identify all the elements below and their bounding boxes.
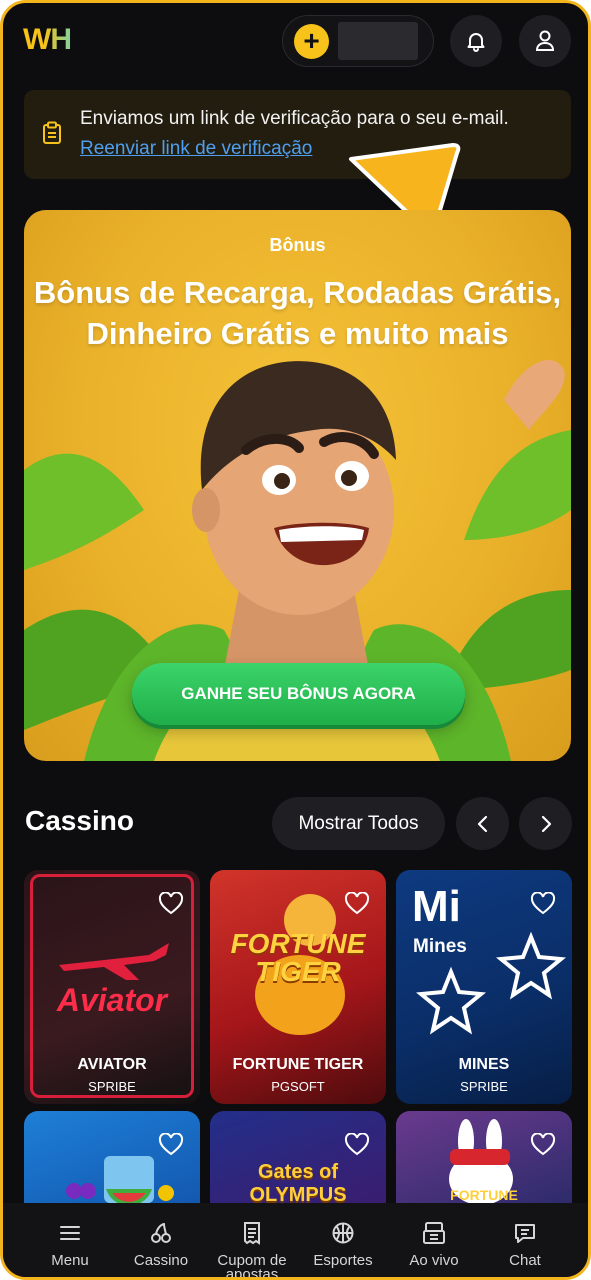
clipboard-icon	[43, 121, 61, 144]
heart-icon[interactable]	[530, 892, 556, 916]
nav-item-live[interactable]: Ao vivo	[386, 1203, 482, 1277]
hero-label: Bônus	[269, 235, 326, 255]
bonus-hero-banner[interactable]: Bônus Bônus de Recarga, Rodadas Grátis, …	[24, 210, 571, 761]
bottom-nav: Menu Cassino Cupom de apostas Esportes A…	[3, 1203, 588, 1277]
cherries-icon	[151, 1223, 171, 1243]
game-provider: SPRIBE	[88, 1079, 136, 1094]
nav-item-cassino[interactable]: Cassino	[113, 1203, 209, 1277]
star-icon	[416, 932, 566, 1035]
game-card-fortune-tiger[interactable]: FORTUNE TIGER FORTUNE TIGER PGSOFT	[210, 870, 386, 1104]
chevron-right-icon	[541, 815, 551, 832]
section-title-casino: Cassino	[25, 805, 134, 836]
resend-verification-link[interactable]: Reenviar link de verificação	[80, 138, 312, 160]
heart-icon[interactable]	[530, 1133, 556, 1157]
game-art-title: Gates of OLYMPUS	[249, 1161, 347, 1203]
game-name: AVIATOR	[77, 1056, 147, 1073]
game-card-gates-of-olympus[interactable]: Gates of OLYMPUS	[210, 1111, 386, 1203]
nav-label: Cupom de apostas	[217, 1252, 287, 1280]
nav-item-sports[interactable]: Esportes	[295, 1203, 391, 1277]
game-card-mines[interactable]: Mi Mines MINES SPRIBE	[396, 870, 572, 1104]
hero-title-line1: Bônus de Recarga, Rodadas Grátis,	[33, 275, 562, 310]
hero-title: Bônus de Recarga, Rodadas Grátis, Dinhei…	[24, 272, 571, 354]
basketball-icon	[332, 1222, 354, 1244]
game-art-title: Aviator	[56, 982, 168, 1018]
profile-button[interactable]	[519, 15, 571, 67]
heart-icon[interactable]	[344, 892, 370, 916]
game-card-fortune-rabbit[interactable]: FORTUNE	[396, 1111, 572, 1203]
nav-item-menu[interactable]: Menu	[22, 1203, 118, 1277]
heart-icon[interactable]	[344, 1133, 370, 1157]
nav-item-coupon[interactable]: Cupom de apostas	[204, 1203, 300, 1277]
game-art-title: Mi	[412, 882, 461, 931]
plus-icon[interactable]: +	[294, 24, 329, 59]
bell-icon	[467, 33, 485, 52]
user-icon	[535, 30, 555, 51]
live-icon	[423, 1222, 445, 1244]
show-all-button[interactable]: Mostrar Todos	[272, 797, 445, 850]
game-provider: SPRIBE	[460, 1079, 508, 1094]
menu-icon	[60, 1226, 80, 1240]
claim-bonus-button[interactable]: GANHE SEU BÔNUS AGORA	[132, 663, 465, 725]
game-name: FORTUNE TIGER	[232, 1056, 364, 1073]
heart-icon[interactable]	[158, 892, 184, 916]
chevron-left-icon	[477, 815, 487, 832]
nav-label: Esportes	[313, 1252, 373, 1269]
nav-item-chat[interactable]: Chat	[477, 1203, 573, 1277]
notifications-button[interactable]	[450, 15, 502, 67]
next-button[interactable]	[519, 797, 572, 850]
verification-banner: Enviamos um link de verificação para o s…	[24, 90, 571, 179]
balance-pill[interactable]: +	[282, 15, 434, 67]
balance-amount	[338, 22, 418, 60]
airplane-icon	[59, 943, 169, 980]
app-frame: WH + Enviamos um link de verificação par…	[0, 0, 591, 1280]
hero-title-line2: Dinheiro Grátis e muito mais	[86, 316, 509, 351]
game-provider: PGSOFT	[271, 1079, 325, 1094]
fruit-illustration	[66, 1156, 174, 1203]
verification-message: Enviamos um link de verificação para o s…	[80, 108, 509, 129]
game-art-title: FORTUNE	[450, 1187, 518, 1203]
receipt-icon	[244, 1222, 260, 1245]
logo[interactable]: WH	[23, 23, 72, 57]
game-card-aviator[interactable]: Aviator AVIATOR SPRIBE	[24, 870, 200, 1104]
nav-label: Chat	[509, 1252, 541, 1269]
nav-label: Menu	[51, 1252, 89, 1269]
nav-label: Ao vivo	[409, 1252, 459, 1269]
chat-icon	[515, 1224, 535, 1243]
prev-button[interactable]	[456, 797, 509, 850]
heart-icon[interactable]	[158, 1133, 184, 1157]
game-art-title: FORTUNE TIGER	[230, 928, 366, 987]
nav-label: Cassino	[133, 1252, 189, 1269]
game-name: MINES	[458, 1056, 510, 1073]
game-card-fruits[interactable]	[24, 1111, 200, 1203]
